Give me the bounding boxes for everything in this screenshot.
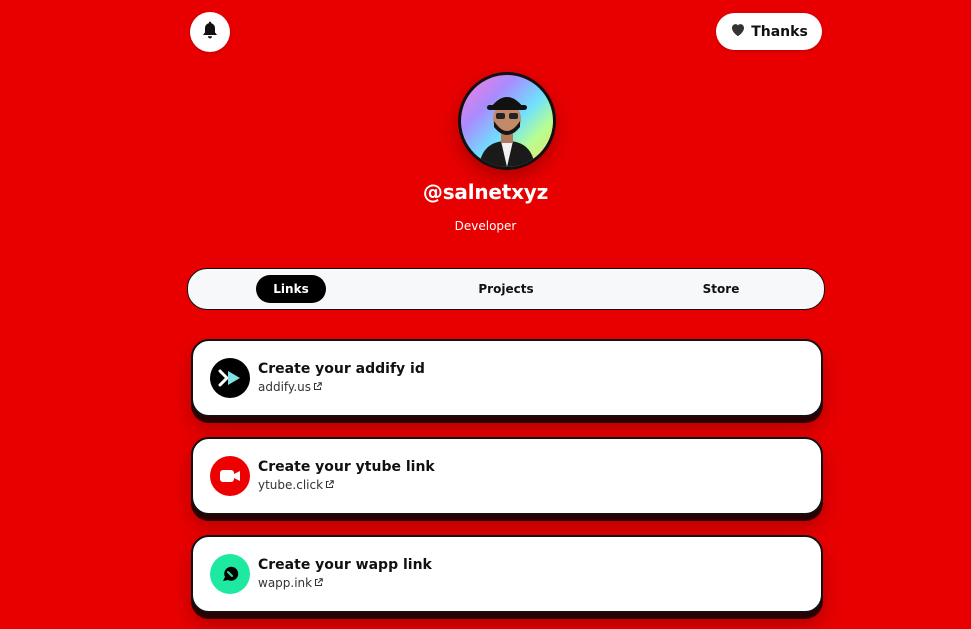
profile-handle: @salnetxyz — [422, 180, 549, 204]
notifications-button[interactable] — [190, 12, 230, 52]
tab-projects[interactable]: Projects — [471, 275, 541, 303]
profile-bio: Developer — [454, 219, 517, 233]
link-card-ytube[interactable]: Create your ytube link ytube.click — [191, 437, 823, 515]
link-domain: wapp.ink — [258, 576, 313, 590]
link-domain: ytube.click — [258, 478, 324, 492]
heart-icon — [730, 22, 746, 41]
link-title: Create your ytube link — [258, 459, 435, 475]
tab-store[interactable]: Store — [686, 275, 756, 303]
bell-icon — [200, 20, 220, 44]
video-camera-icon — [210, 456, 250, 496]
wapp-icon — [210, 554, 250, 594]
avatar — [458, 72, 556, 170]
link-domain: addify.us — [258, 380, 311, 394]
avatar-image — [479, 97, 535, 167]
thanks-button[interactable]: Thanks — [716, 13, 822, 50]
link-title: Create your addify id — [258, 361, 425, 377]
external-link-icon — [313, 380, 322, 394]
addify-icon — [210, 358, 250, 398]
external-link-icon — [314, 576, 323, 590]
link-card-addify[interactable]: Create your addify id addify.us — [191, 339, 823, 417]
link-title: Create your wapp link — [258, 557, 432, 573]
tab-links[interactable]: Links — [256, 275, 326, 303]
link-card-wapp[interactable]: Create your wapp link wapp.ink — [191, 535, 823, 613]
external-link-icon — [325, 478, 334, 492]
tab-bar: Links Projects Store — [187, 268, 825, 310]
thanks-label: Thanks — [751, 23, 808, 40]
